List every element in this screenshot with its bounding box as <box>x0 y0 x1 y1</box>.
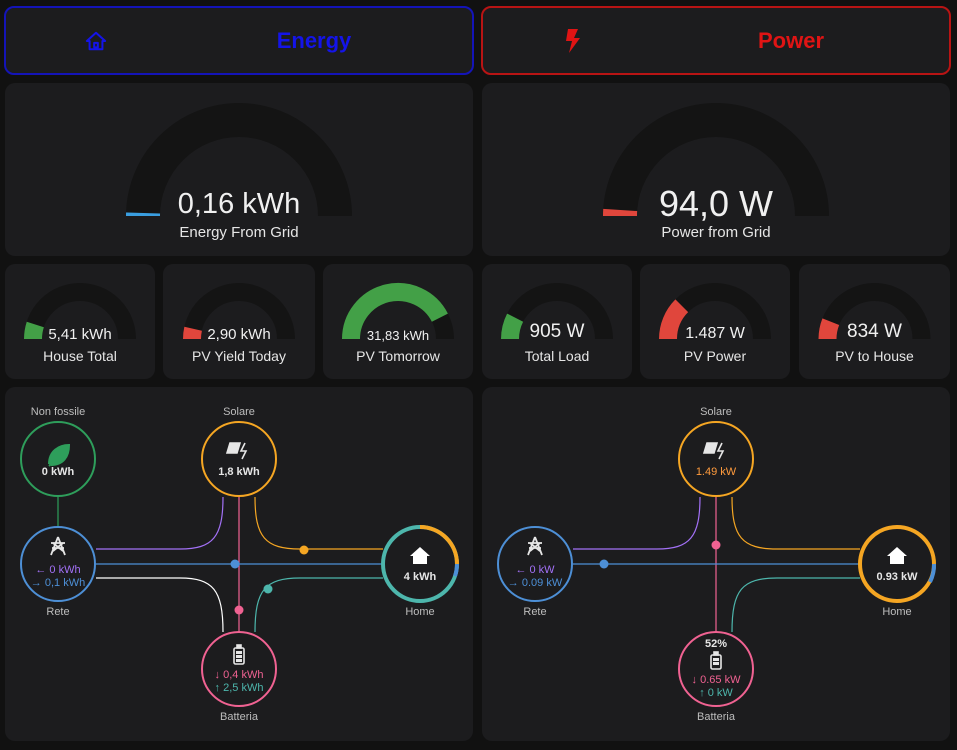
flow-line-battery-home <box>254 577 383 633</box>
power-from-grid-gauge-card[interactable]: 94,0 W Power from Grid <box>482 83 950 256</box>
pv-tomorrow-gauge-card[interactable]: 31,83 kWh PV Tomorrow <box>323 264 473 379</box>
grid-in-value: ← 0 kWh <box>35 564 80 576</box>
solar-value: 1.49 kW <box>696 466 737 478</box>
flow-line-battery-home <box>731 577 860 633</box>
gauge-label: PV Power <box>683 348 747 364</box>
battery-in-value: ↓ 0.65 kW <box>692 674 742 686</box>
solar-label: Solare <box>223 406 255 418</box>
solar-label: Solare <box>700 406 732 418</box>
solar-value: 1,8 kWh <box>218 466 260 478</box>
lightning-icon <box>483 28 663 54</box>
tab-energy-label: Energy <box>276 27 352 53</box>
gauge-value: 0,16 kWh <box>177 188 301 220</box>
flow-line-solar-grid <box>573 496 701 550</box>
non-fossil-value: 0 kWh <box>42 466 75 478</box>
grid-out-value: → 0,1 kWh <box>31 577 85 589</box>
home-node-grid-arc <box>453 563 459 577</box>
gauge-value: 94,0 W <box>658 183 774 224</box>
non-fossil-label: Non fossile <box>31 406 85 418</box>
energy-flow-card[interactable]: Non fossile 0 kWh Solare 1,8 kWh ← 0 kWh… <box>5 387 473 741</box>
power-flow-diagram: Solare 1.49 kW ← 0 kW → 0.09 kW Rete 0.9… <box>497 406 936 723</box>
flow-line-solar-home <box>731 496 860 550</box>
gauge-value: 905 W <box>529 321 585 342</box>
energy-from-grid-gauge-card[interactable]: 0,16 kWh Energy From Grid <box>5 83 473 256</box>
gauge-value: 31,83 kWh <box>366 328 430 343</box>
battery-percent: 52% <box>705 638 727 650</box>
flow-dot-battery-home <box>263 584 273 594</box>
grid-in-value: ← 0 kW <box>515 564 555 576</box>
pv-yield-today-gauge-card[interactable]: 2,90 kWh PV Yield Today <box>163 264 315 379</box>
pv-to-house-gauge-card[interactable]: 834 W PV to House <box>799 264 950 379</box>
tab-power-label: Power <box>757 27 825 53</box>
gauge-value: 2,90 kWh <box>207 326 271 343</box>
home-label: Home <box>882 606 911 618</box>
flow-dot-solar-battery <box>234 605 244 615</box>
battery-in-value: ↓ 0,4 kWh <box>215 669 264 681</box>
flow-line-solar-grid <box>96 496 224 550</box>
solar-node <box>678 421 754 497</box>
battery-label: Batteria <box>220 711 259 723</box>
flow-line-grid-battery <box>96 577 224 633</box>
battery-label: Batteria <box>697 711 736 723</box>
flow-dot-solar-home <box>299 545 309 555</box>
tab-energy[interactable]: Energy <box>4 6 474 75</box>
grid-label: Rete <box>46 606 69 618</box>
home-label: Home <box>405 606 434 618</box>
battery-out-value: ↑ 2,5 kWh <box>215 682 264 694</box>
gauge-label: Energy From Grid <box>179 224 299 241</box>
gauge-label: House Total <box>43 348 117 364</box>
battery-out-value: ↑ 0 kW <box>699 687 733 699</box>
grid-out-value: → 0.09 kW <box>508 577 563 589</box>
home-value: 4 kWh <box>404 571 437 583</box>
grid-label: Rete <box>523 606 546 618</box>
home-icon <box>6 30 186 52</box>
gauge-label: Power from Grid <box>661 224 771 241</box>
flow-line-solar-home <box>254 496 383 550</box>
energy-flow-diagram: Non fossile 0 kWh Solare 1,8 kWh ← 0 kWh… <box>20 406 459 723</box>
flow-dot-grid-home <box>230 559 240 569</box>
gauge-value: 834 W <box>847 321 902 342</box>
gauge-label: Total Load <box>524 348 590 364</box>
home-value: 0.93 kW <box>877 571 919 583</box>
solar-node <box>201 421 277 497</box>
power-flow-card[interactable]: Solare 1.49 kW ← 0 kW → 0.09 kW Rete 0.9… <box>482 387 950 741</box>
gauge-label: PV Tomorrow <box>356 348 440 364</box>
flow-dot-grid-home <box>599 559 609 569</box>
house-total-gauge-card[interactable]: 5,41 kWh House Total <box>5 264 155 379</box>
total-load-gauge-card[interactable]: 905 W Total Load <box>482 264 632 379</box>
pv-power-gauge-card[interactable]: 1.487 W PV Power <box>640 264 790 379</box>
gauge-value: 1.487 W <box>685 325 745 342</box>
gauge-label: PV Yield Today <box>192 348 286 364</box>
gauge-value: 5,41 kWh <box>48 326 112 343</box>
tab-power[interactable]: Power <box>481 6 951 75</box>
gauge-label: PV to House <box>835 348 914 364</box>
flow-dot-solar-battery <box>711 540 721 550</box>
